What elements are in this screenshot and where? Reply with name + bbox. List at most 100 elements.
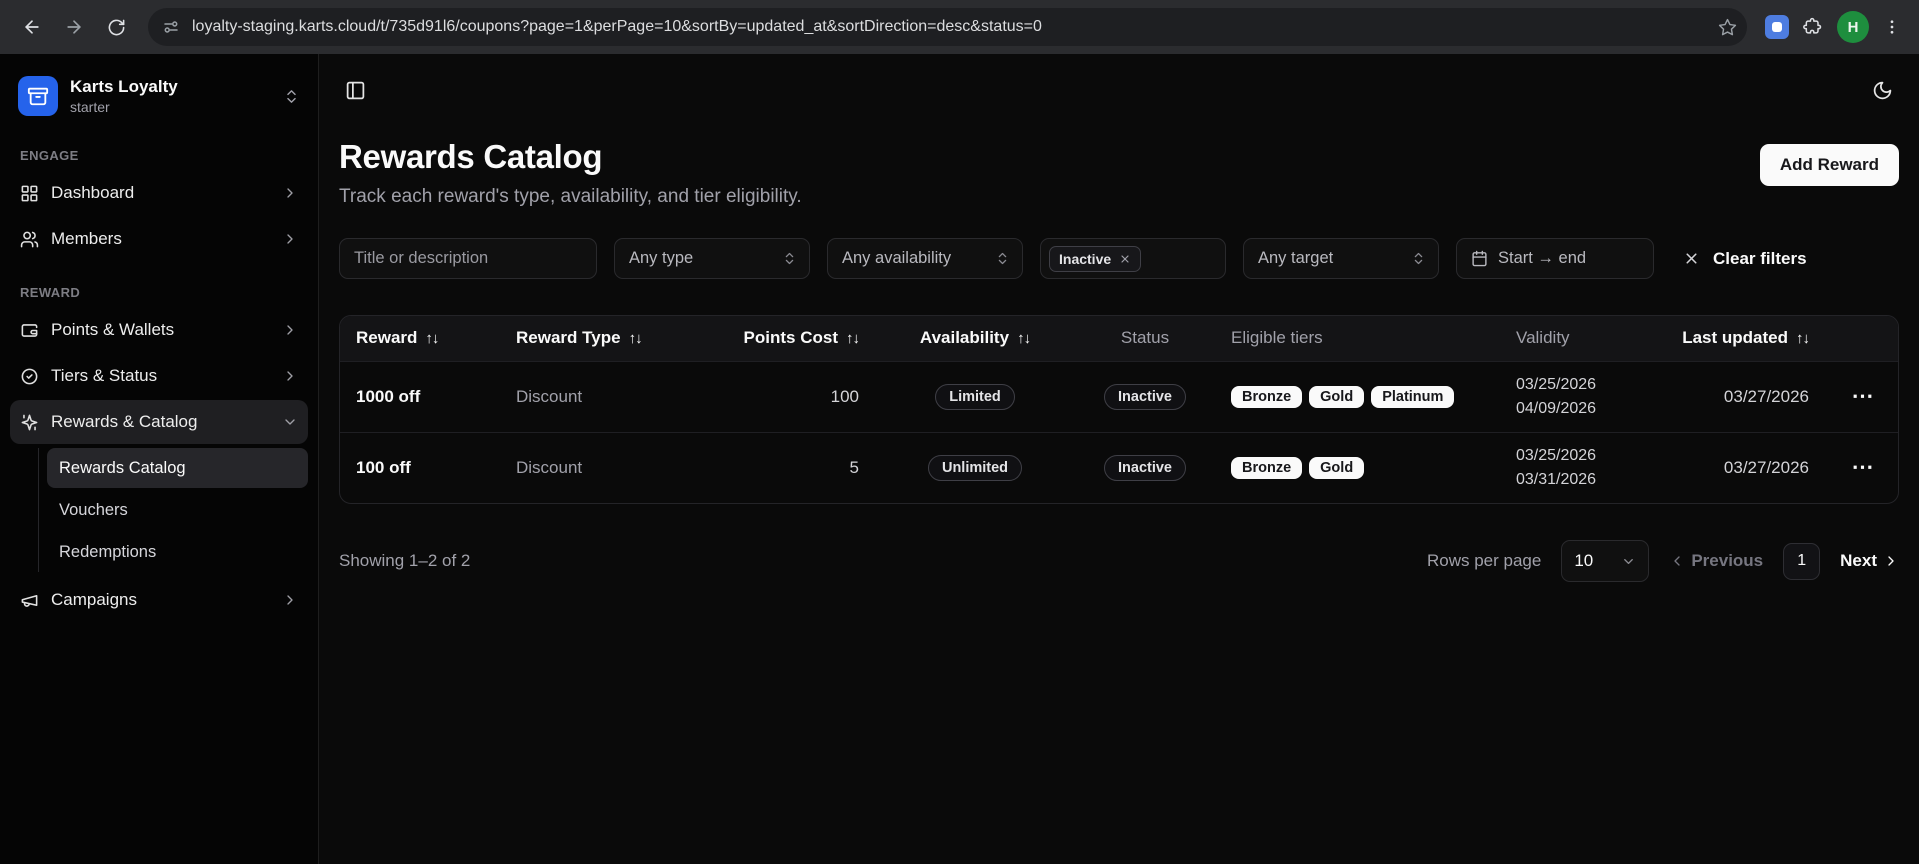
chevron-down-icon xyxy=(1621,554,1636,569)
badge-check-icon xyxy=(20,367,39,386)
points-cost-cell: 100 xyxy=(705,361,875,432)
chevron-right-icon xyxy=(282,592,298,608)
site-info-icon[interactable] xyxy=(162,18,180,36)
workspace-plan: starter xyxy=(70,99,271,115)
status-chip-label: Inactive xyxy=(1059,251,1111,267)
eligible-tiers-cell: Bronze Gold xyxy=(1215,432,1500,503)
sidebar-section-reward: REWARD xyxy=(20,285,298,300)
validity-end: 04/09/2026 xyxy=(1516,397,1629,421)
chevron-right-icon xyxy=(282,322,298,338)
table-header-row: Reward↑↓ Reward Type↑↓ Points Cost↑↓ Ava… xyxy=(340,316,1899,361)
page-content: Rewards Catalog Track each reward's type… xyxy=(319,126,1919,582)
pagination-controls: Rows per page 10 Previous 1 xyxy=(1427,540,1899,582)
sidebar-item-points-wallets[interactable]: Points & Wallets xyxy=(10,308,308,352)
chevrons-up-down-icon xyxy=(1411,251,1426,266)
search-input[interactable] xyxy=(339,238,597,279)
status-cell: Inactive xyxy=(1075,361,1215,432)
chevrons-up-down-icon xyxy=(782,251,797,266)
browser-toolbar-right: H xyxy=(1759,11,1907,43)
clear-filters-button[interactable]: Clear filters xyxy=(1683,249,1807,269)
column-header-reward-type[interactable]: Reward Type↑↓ xyxy=(500,316,705,361)
chevrons-up-down-icon xyxy=(995,251,1010,266)
rewards-table: Reward↑↓ Reward Type↑↓ Points Cost↑↓ Ava… xyxy=(339,315,1899,504)
previous-page-label: Previous xyxy=(1691,551,1763,571)
sidebar-subitem-vouchers[interactable]: Vouchers xyxy=(47,490,308,530)
row-menu-button[interactable]: ⋯ xyxy=(1852,456,1874,478)
availability-cell: Unlimited xyxy=(875,432,1075,503)
sidebar-item-campaigns[interactable]: Campaigns xyxy=(10,578,308,622)
status-badge: Inactive xyxy=(1104,455,1186,481)
sidebar-item-members[interactable]: Members xyxy=(10,217,308,261)
tier-badge: Gold xyxy=(1309,386,1364,408)
sidebar-item-tiers-status[interactable]: Tiers & Status xyxy=(10,354,308,398)
sidebar-subitem-rewards-catalog[interactable]: Rewards Catalog xyxy=(47,448,308,488)
rows-per-page-value: 10 xyxy=(1574,551,1593,571)
browser-refresh-button[interactable] xyxy=(96,7,136,47)
sidebar-item-label: Dashboard xyxy=(51,183,134,203)
column-header-availability[interactable]: Availability↑↓ xyxy=(875,316,1075,361)
sidebar-item-rewards-catalog-group[interactable]: Rewards & Catalog xyxy=(10,400,308,444)
extension-icon-blue[interactable] xyxy=(1765,15,1789,39)
table-row: 1000 off Discount 100 Limited Inactive B… xyxy=(340,361,1899,432)
column-header-validity: Validity xyxy=(1500,316,1645,361)
bookmark-star-icon[interactable] xyxy=(1718,18,1737,37)
current-page-indicator[interactable]: 1 xyxy=(1783,543,1820,580)
browser-forward-button[interactable] xyxy=(54,7,94,47)
chevron-right-icon xyxy=(1883,553,1899,569)
extensions-puzzle-icon[interactable] xyxy=(1803,17,1823,37)
sidebar-item-label: Rewards & Catalog xyxy=(51,412,197,432)
chip-remove-icon[interactable] xyxy=(1119,253,1131,265)
column-header-status: Status xyxy=(1075,316,1215,361)
browser-back-button[interactable] xyxy=(12,7,52,47)
workspace-switcher[interactable]: Karts Loyalty starter xyxy=(10,68,308,124)
sidebar-toggle-icon[interactable] xyxy=(345,80,366,101)
sidebar-subitem-redemptions[interactable]: Redemptions xyxy=(47,532,308,572)
url-text: loyalty-staging.karts.cloud/t/735d91l6/c… xyxy=(192,18,1706,36)
page-subtitle: Track each reward's type, availability, … xyxy=(339,186,802,208)
column-header-last-updated[interactable]: Last updated↑↓ xyxy=(1645,316,1825,361)
validity-cell: 03/25/2026 04/09/2026 xyxy=(1500,361,1645,432)
tier-badge: Gold xyxy=(1309,457,1364,479)
column-header-reward[interactable]: Reward↑↓ xyxy=(340,316,500,361)
chevron-left-icon xyxy=(1669,553,1685,569)
next-page-button[interactable]: Next xyxy=(1840,551,1899,571)
sort-icon: ↑↓ xyxy=(846,330,859,347)
rows-per-page-label: Rows per page xyxy=(1427,551,1541,571)
sort-icon: ↑↓ xyxy=(425,330,438,347)
chevron-down-icon xyxy=(282,414,298,430)
availability-select-value: Any availability xyxy=(842,249,951,268)
browser-menu-kebab-icon[interactable] xyxy=(1883,18,1901,36)
add-reward-button[interactable]: Add Reward xyxy=(1760,144,1899,186)
previous-page-button[interactable]: Previous xyxy=(1669,551,1763,571)
row-menu-button[interactable]: ⋯ xyxy=(1852,385,1874,407)
chevron-right-icon xyxy=(282,185,298,201)
availability-badge: Unlimited xyxy=(928,455,1022,481)
rewards-subnav: Rewards Catalog Vouchers Redemptions xyxy=(38,448,308,572)
sparkles-icon xyxy=(20,413,39,432)
main-topbar xyxy=(319,54,1919,126)
sidebar-subitem-label: Redemptions xyxy=(59,543,156,562)
validity-end: 03/31/2026 xyxy=(1516,468,1629,492)
rows-per-page-select[interactable]: 10 xyxy=(1561,540,1649,582)
workspace-meta: Karts Loyalty starter xyxy=(70,77,271,115)
reward-type-cell: Discount xyxy=(500,361,705,432)
status-chip: Inactive xyxy=(1049,246,1141,272)
target-select[interactable]: Any target xyxy=(1243,238,1439,279)
status-multiselect[interactable]: Inactive xyxy=(1040,238,1226,279)
browser-profile-avatar[interactable]: H xyxy=(1837,11,1869,43)
availability-select[interactable]: Any availability xyxy=(827,238,1023,279)
refresh-icon xyxy=(107,18,126,37)
sidebar-item-dashboard[interactable]: Dashboard xyxy=(10,171,308,215)
column-header-points-cost[interactable]: Points Cost↑↓ xyxy=(705,316,875,361)
dark-mode-moon-icon[interactable] xyxy=(1872,80,1893,101)
chevron-right-icon xyxy=(282,231,298,247)
arrow-right-icon xyxy=(64,17,84,37)
sidebar: Karts Loyalty starter ENGAGE Dashboard M… xyxy=(0,54,319,864)
type-select[interactable]: Any type xyxy=(614,238,810,279)
date-range-button[interactable]: Start → end xyxy=(1456,238,1654,279)
validity-cell: 03/25/2026 03/31/2026 xyxy=(1500,432,1645,503)
dashboard-grid-icon xyxy=(20,184,39,203)
address-bar[interactable]: loyalty-staging.karts.cloud/t/735d91l6/c… xyxy=(148,8,1747,46)
sidebar-section-engage: ENGAGE xyxy=(20,148,298,163)
tier-badge: Bronze xyxy=(1231,386,1302,408)
